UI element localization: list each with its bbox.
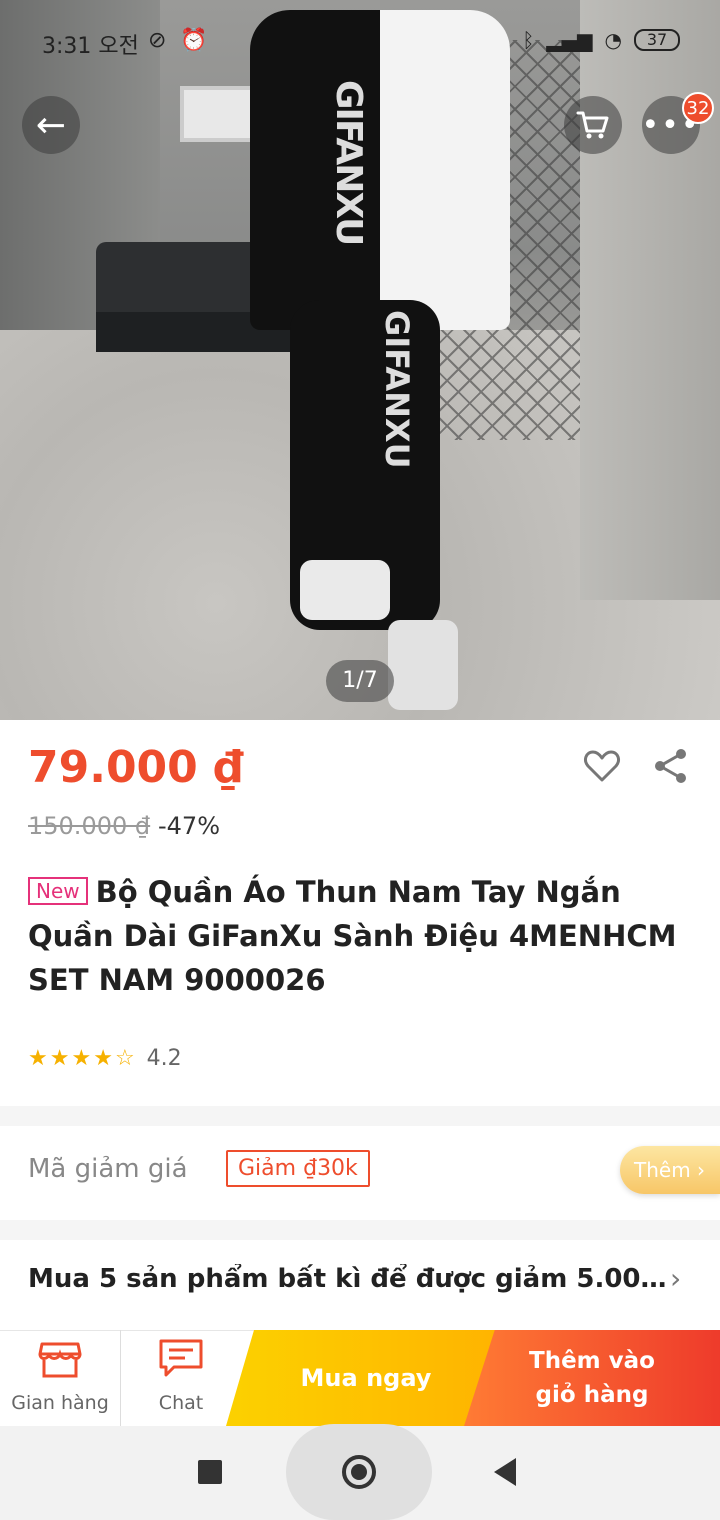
chevron-right-icon: › bbox=[670, 1262, 682, 1295]
battery-icon: 37 bbox=[634, 29, 680, 51]
buy-now-button[interactable]: Mua ngay bbox=[226, 1330, 506, 1426]
mute-icon: ⊘ bbox=[148, 28, 167, 53]
back-triangle-icon[interactable] bbox=[494, 1458, 516, 1486]
chevron-right-icon: › bbox=[697, 1158, 706, 1182]
chat-button[interactable]: Chat bbox=[120, 1330, 240, 1426]
recent-apps-icon[interactable] bbox=[198, 1460, 222, 1484]
image-shoe-left bbox=[300, 560, 390, 620]
image-counter: 1/7 bbox=[326, 660, 394, 702]
cart-icon bbox=[576, 111, 609, 139]
wifi-icon: ◔ bbox=[604, 28, 622, 52]
original-price: 150.000 ₫ bbox=[28, 812, 151, 840]
status-time: 3:31 오전 bbox=[42, 34, 139, 59]
add-to-cart-label-line1: Thêm vào bbox=[529, 1348, 655, 1374]
shirt-print-text: GIFANXU bbox=[328, 80, 369, 245]
alarm-icon: ⏰ bbox=[180, 28, 208, 53]
pants-print-text: GIFANXU bbox=[378, 310, 416, 469]
star-outline-icon: ☆ bbox=[114, 1046, 135, 1071]
chat-icon bbox=[159, 1339, 203, 1377]
home-icon[interactable] bbox=[342, 1455, 376, 1489]
voucher-more-label: Thêm bbox=[634, 1158, 691, 1182]
product-price: 79.000 ₫ bbox=[28, 742, 244, 793]
cart-count-badge: 32 bbox=[682, 92, 714, 124]
status-bar: 3:31 오전 ⊘ ⏰ ᛒ ▂▄▆ ◔ 37 bbox=[0, 20, 720, 64]
discount-percent: -47% bbox=[158, 812, 221, 840]
chat-label: Chat bbox=[158, 1392, 204, 1414]
cart-button[interactable] bbox=[564, 96, 622, 154]
product-rating[interactable]: ★ ★ ★ ★ ☆ 4.2 bbox=[28, 1046, 182, 1071]
rating-value: 4.2 bbox=[146, 1046, 182, 1071]
product-title: New Bộ Quần Áo Thun Nam Tay Ngắn Quần Dài… bbox=[28, 870, 688, 1002]
store-label: Gian hàng bbox=[11, 1392, 109, 1414]
heart-icon[interactable] bbox=[582, 746, 622, 786]
add-to-cart-button[interactable]: Thêm vào giỏ hàng bbox=[464, 1330, 720, 1426]
bluetooth-icon: ᛒ bbox=[522, 28, 535, 52]
new-badge: New bbox=[28, 877, 88, 905]
star-icon: ★ bbox=[93, 1046, 113, 1071]
voucher-chip[interactable]: Giảm ₫30k bbox=[226, 1150, 370, 1187]
image-shoe-right bbox=[388, 620, 458, 710]
star-icon: ★ bbox=[28, 1046, 48, 1071]
arrow-left-icon: ← bbox=[35, 104, 67, 146]
store-button[interactable]: Gian hàng bbox=[0, 1330, 120, 1426]
image-pillar bbox=[580, 0, 720, 600]
bundle-promo[interactable]: Mua 5 sản phẩm bất kì để được giảm 5.000… bbox=[28, 1264, 668, 1294]
voucher-more-button[interactable]: Thêm › bbox=[620, 1146, 720, 1194]
back-button[interactable]: ← bbox=[22, 96, 80, 154]
star-icon: ★ bbox=[49, 1046, 70, 1071]
add-to-cart-label-line2: giỏ hàng bbox=[535, 1382, 649, 1408]
share-icon[interactable] bbox=[652, 746, 690, 786]
star-icon: ★ bbox=[71, 1046, 92, 1071]
product-title-text: Bộ Quần Áo Thun Nam Tay Ngắn Quần Dài Gi… bbox=[28, 875, 677, 997]
store-icon bbox=[38, 1342, 82, 1378]
section-divider bbox=[0, 1106, 720, 1126]
signal-icon: ▂▄▆ bbox=[546, 28, 593, 52]
section-divider bbox=[0, 1220, 720, 1240]
voucher-label: Mã giảm giá bbox=[28, 1154, 188, 1184]
